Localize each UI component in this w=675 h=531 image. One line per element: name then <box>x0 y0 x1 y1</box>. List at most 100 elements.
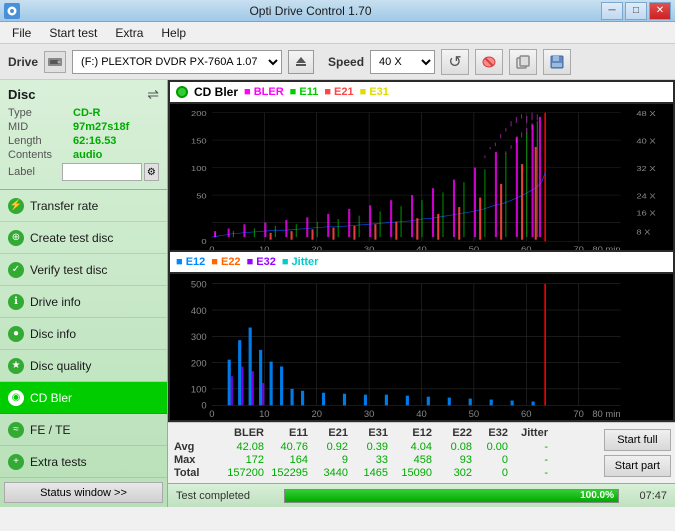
sidebar-item-verify-test-disc-label: Verify test disc <box>30 263 107 277</box>
sidebar-item-create-test-disc[interactable]: ⊕ Create test disc <box>0 222 167 254</box>
progress-text: 100.0% <box>580 490 614 501</box>
sidebar-item-cd-bler[interactable]: ◉ CD Bler <box>0 382 167 414</box>
svg-text:60: 60 <box>521 409 531 419</box>
nav-items: ⚡ Transfer rate ⊕ Create test disc ✓ Ver… <box>0 190 167 478</box>
legend-e12: ■ E12 <box>176 256 205 268</box>
drive-select[interactable]: (F:) PLEXTOR DVDR PX-760A 1.07 <box>72 50 282 74</box>
table-avg-e11: 40.76 <box>264 441 308 453</box>
data-table: BLER E11 E21 E31 E12 E22 E32 Jitter Avg … <box>168 423 600 483</box>
svg-text:0: 0 <box>209 409 214 419</box>
disc-info-icon: ● <box>8 326 24 342</box>
table-header-jitter: Jitter <box>508 427 548 439</box>
charts-area: CD Bler ■ BLER ■ E11 ■ E21 ■ E31 <box>168 80 675 422</box>
table-avg-e12: 4.04 <box>388 441 432 453</box>
disc-label-input[interactable] <box>62 163 142 181</box>
table-header-bler: BLER <box>210 427 264 439</box>
legend-e11: ■ E11 <box>290 86 319 98</box>
copy-button[interactable] <box>509 49 537 75</box>
erase-button[interactable] <box>475 49 503 75</box>
action-buttons: Start full Start part <box>600 423 675 483</box>
disc-collapse-button[interactable]: ⇌ <box>147 86 159 103</box>
menubar: File Start test Extra Help <box>0 22 675 44</box>
status-window-button[interactable]: Status window >> <box>4 482 163 503</box>
drivebar: Drive (F:) PLEXTOR DVDR PX-760A 1.07 Spe… <box>0 44 675 80</box>
svg-text:0: 0 <box>201 401 206 411</box>
start-full-button[interactable]: Start full <box>604 429 671 451</box>
table-avg-label: Avg <box>174 441 210 453</box>
chart1-title: CD Bler <box>194 85 238 99</box>
eject-button[interactable] <box>288 50 314 74</box>
sidebar-item-verify-test-disc[interactable]: ✓ Verify test disc <box>0 254 167 286</box>
save-button[interactable] <box>543 49 571 75</box>
disc-label-row: Label ⚙ <box>8 163 159 181</box>
table-total-e21: 3440 <box>308 467 348 479</box>
table-total-e12: 15090 <box>388 467 432 479</box>
svg-text:100: 100 <box>191 385 207 395</box>
table-total-e32: 0 <box>472 467 508 479</box>
svg-text:500: 500 <box>191 280 207 290</box>
chart1-svg: 200 150 100 50 0 0 10 20 30 40 50 60 70 … <box>170 104 673 250</box>
disc-panel: Disc ⇌ Type CD-R MID 97m27s18f Length 62… <box>0 80 167 190</box>
close-button[interactable]: ✕ <box>649 2 671 20</box>
sidebar-item-transfer-rate-label: Transfer rate <box>30 199 98 213</box>
menu-file[interactable]: File <box>4 24 39 42</box>
sidebar-item-disc-info[interactable]: ● Disc info <box>0 318 167 350</box>
sidebar-item-disc-quality[interactable]: ★ Disc quality <box>0 350 167 382</box>
cd-bler-status-icon <box>176 86 188 98</box>
disc-length-label: Length <box>8 135 73 147</box>
legend-bler: ■ BLER <box>244 86 284 98</box>
speed-select[interactable]: 40 X <box>370 50 435 74</box>
drive-icon <box>44 51 66 73</box>
table-col-empty <box>174 427 210 439</box>
refresh-button[interactable]: ↺ <box>441 49 469 75</box>
svg-text:200: 200 <box>191 359 207 369</box>
svg-text:20: 20 <box>311 245 322 250</box>
table-max-e21: 9 <box>308 454 348 466</box>
legend-jitter: ■ Jitter <box>282 256 319 268</box>
menu-extra[interactable]: Extra <box>107 24 151 42</box>
verify-test-disc-icon: ✓ <box>8 262 24 278</box>
legend-e22: ■ E22 <box>211 256 240 268</box>
fe-te-icon: ≈ <box>8 422 24 438</box>
minimize-button[interactable]: ─ <box>601 2 623 20</box>
table-header-row: BLER E11 E21 E31 E12 E22 E32 Jitter <box>174 427 594 439</box>
sidebar-item-extra-tests[interactable]: + Extra tests <box>0 446 167 478</box>
svg-text:10: 10 <box>259 409 269 419</box>
titlebar: Opti Drive Control 1.70 ─ □ ✕ <box>0 0 675 22</box>
table-avg-row: Avg 42.08 40.76 0.92 0.39 4.04 0.08 0.00… <box>174 441 594 453</box>
table-total-e22: 302 <box>432 467 472 479</box>
sidebar-item-transfer-rate[interactable]: ⚡ Transfer rate <box>0 190 167 222</box>
table-max-e31: 33 <box>348 454 388 466</box>
svg-text:0: 0 <box>209 245 214 250</box>
svg-text:50: 50 <box>469 245 480 250</box>
speed-label: Speed <box>328 55 364 69</box>
table-header-e11: E11 <box>264 427 308 439</box>
disc-contents-label: Contents <box>8 149 73 161</box>
sidebar-item-drive-info-label: Drive info <box>30 295 81 309</box>
disc-label-button[interactable]: ⚙ <box>144 163 159 181</box>
menu-help[interactable]: Help <box>153 24 194 42</box>
disc-header: Disc ⇌ <box>8 86 159 103</box>
table-max-bler: 172 <box>210 454 264 466</box>
progress-bar: 100.0% <box>284 489 619 503</box>
table-total-bler: 157200 <box>210 467 264 479</box>
chart1-container: 200 150 100 50 0 0 10 20 30 40 50 60 70 … <box>170 104 673 250</box>
table-max-label: Max <box>174 454 210 466</box>
table-header-e22: E22 <box>432 427 472 439</box>
sidebar-item-extra-tests-label: Extra tests <box>30 455 87 469</box>
content-area: CD Bler ■ BLER ■ E11 ■ E21 ■ E31 <box>168 80 675 507</box>
table-avg-e21: 0.92 <box>308 441 348 453</box>
sidebar-item-fe-te[interactable]: ≈ FE / TE <box>0 414 167 446</box>
disc-type-label: Type <box>8 107 73 119</box>
start-part-button[interactable]: Start part <box>604 455 671 477</box>
table-total-e11: 152295 <box>264 467 308 479</box>
disc-type-row: Type CD-R <box>8 107 159 119</box>
table-max-e22: 93 <box>432 454 472 466</box>
disc-label-label: Label <box>8 166 62 178</box>
sidebar-item-drive-info[interactable]: ℹ Drive info <box>0 286 167 318</box>
chart1-titlebar: CD Bler ■ BLER ■ E11 ■ E21 ■ E31 <box>170 82 673 102</box>
chart2-svg: 500 400 300 200 100 0 0 10 20 30 40 50 6… <box>170 274 673 420</box>
menu-start-test[interactable]: Start test <box>41 24 105 42</box>
disc-title: Disc <box>8 87 35 102</box>
maximize-button[interactable]: □ <box>625 2 647 20</box>
